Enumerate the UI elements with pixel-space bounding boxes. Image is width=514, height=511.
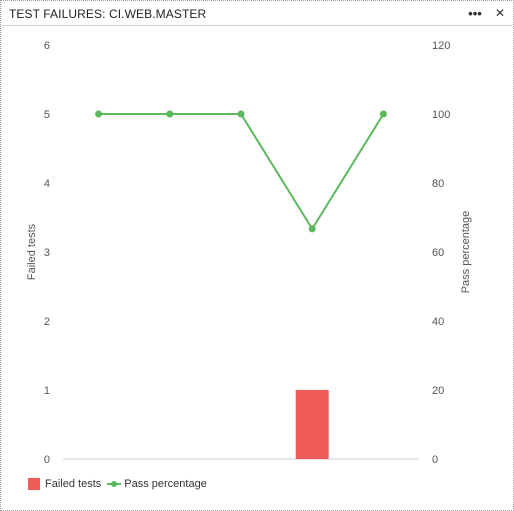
pass-percentage-point <box>166 110 174 118</box>
y-left-tick-label: 4 <box>44 178 50 190</box>
pass-percentage-point <box>95 110 103 118</box>
test-failures-chart: 0123456020406080100120Failed tests Pass p… <box>26 40 472 466</box>
test-failures-widget: TEST FAILURES: CI.WEB.MASTER ••• ✕ 0 1 2 3 4… <box>0 0 514 511</box>
failed-tests-swatch <box>28 478 40 490</box>
y-left-axis-title: Failed tests <box>26 223 38 280</box>
pass-percentage-point <box>237 110 245 118</box>
chart-legend: Failed tests Pass percentage <box>28 477 207 491</box>
pass-percentage-line <box>98 113 385 230</box>
legend-label-pass-percentage: Pass percentage <box>124 478 207 490</box>
y-right-tick-label: 0 <box>432 454 438 466</box>
legend-item-failed-tests[interactable]: Failed tests <box>28 478 101 490</box>
y-right-tick-label: 80 <box>432 178 444 190</box>
pass-percentage-point <box>308 225 316 233</box>
y-left-tick-label: 3 <box>44 247 50 259</box>
y-right-tick-label: 120 <box>432 40 450 52</box>
failed-tests-bar <box>295 390 329 459</box>
pass-percentage-point <box>379 110 387 118</box>
close-icon[interactable]: ✕ <box>491 3 509 23</box>
y-left-tick-label: 6 <box>44 40 50 52</box>
y-right-tick-label: 100 <box>432 109 450 121</box>
y-right-tick-label: 60 <box>432 247 444 259</box>
y-left-tick-label: 1 <box>44 385 50 397</box>
legend-label-failed-tests: Failed tests <box>45 478 102 490</box>
y-left-tick-label: 5 <box>44 109 50 121</box>
y-right-tick-label: 20 <box>432 385 444 397</box>
y-right-tick-label: 40 <box>432 316 444 328</box>
widget-header: TEST FAILURES: CI.WEB.MASTER ••• ✕ <box>1 1 513 26</box>
legend-item-pass-percentage[interactable]: Pass percentage <box>101 478 207 490</box>
y-right-axis-title: Pass percentage <box>460 211 472 294</box>
y-left-tick-label: 0 <box>44 454 50 466</box>
pass-percentage-swatch <box>107 478 122 490</box>
more-options-icon[interactable]: ••• <box>466 3 484 23</box>
y-left-tick-label: 2 <box>44 316 50 328</box>
widget-title: TEST FAILURES: CI.WEB.MASTER <box>9 7 207 21</box>
